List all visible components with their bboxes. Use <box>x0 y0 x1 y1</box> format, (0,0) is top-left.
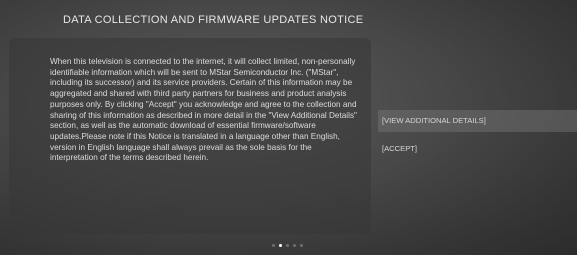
page-dot <box>279 244 282 247</box>
page-indicator <box>272 244 303 247</box>
view-additional-details-button[interactable]: [VIEW ADDITIONAL DETAILS] <box>378 110 577 132</box>
page-dot <box>272 244 275 247</box>
notice-screen: DATA COLLECTION AND FIRMWARE UPDATES NOT… <box>0 0 577 255</box>
page-dot <box>286 244 289 247</box>
notice-body-text: When this television is connected to the… <box>50 57 357 163</box>
page-dot <box>293 244 296 247</box>
page-title: DATA COLLECTION AND FIRMWARE UPDATES NOT… <box>63 14 364 26</box>
accept-button[interactable]: [ACCEPT] <box>378 144 417 154</box>
page-dot <box>300 244 303 247</box>
